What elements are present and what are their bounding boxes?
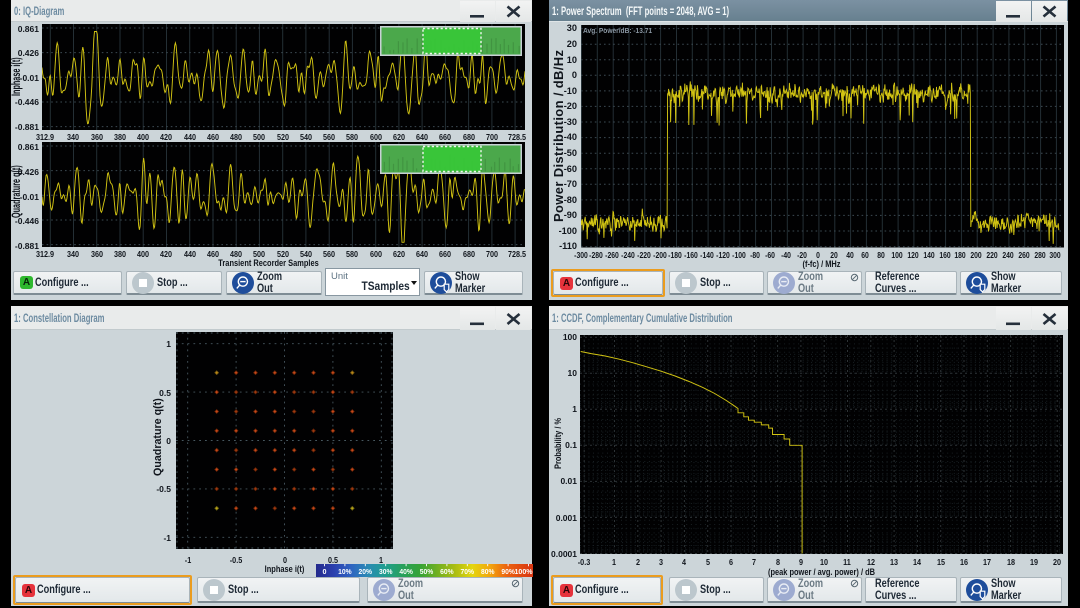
svg-text:60%: 60% bbox=[440, 567, 454, 576]
svg-text:40%: 40% bbox=[399, 567, 413, 576]
svg-text:90%: 90% bbox=[501, 567, 515, 576]
svg-text:20%: 20% bbox=[359, 567, 373, 576]
svg-text:10%: 10% bbox=[338, 567, 352, 576]
svg-text:100%: 100% bbox=[515, 567, 534, 576]
svg-text:70%: 70% bbox=[461, 567, 475, 576]
svg-text:30%: 30% bbox=[379, 567, 393, 576]
svg-text:80%: 80% bbox=[481, 567, 495, 576]
svg-text:0: 0 bbox=[323, 567, 327, 576]
svg-text:50%: 50% bbox=[420, 567, 434, 576]
